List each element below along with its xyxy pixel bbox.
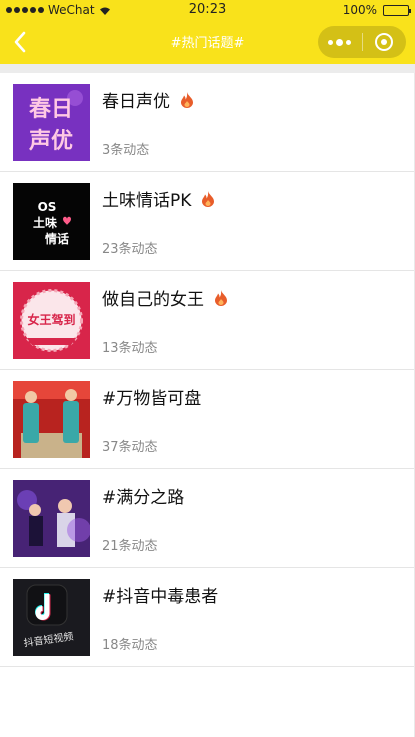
- topic-title-text: #满分之路: [102, 488, 185, 508]
- battery-percent: 100%: [342, 3, 377, 17]
- mini-program-capsule: [318, 26, 406, 58]
- topic-count: 37条动态: [102, 440, 158, 455]
- battery-icon: [383, 4, 411, 16]
- fire-icon: [202, 190, 215, 207]
- topic-thumbnail: [13, 381, 90, 458]
- topic-title: #满分之路: [102, 483, 184, 508]
- topic-item-earthy-love[interactable]: OS 土味 情话 土味情话PK 23条动态: [0, 172, 415, 271]
- topic-title: 土味情话PK: [102, 186, 215, 211]
- close-miniprogram-button[interactable]: [362, 26, 406, 58]
- more-dots-icon: [328, 38, 352, 46]
- svg-text:土味: 土味: [33, 215, 57, 230]
- thumb-text: 声优: [28, 128, 73, 154]
- status-bar: WeChat 20:23 100%: [0, 0, 415, 20]
- topic-count: 23条动态: [102, 242, 158, 257]
- header: WeChat 20:23 100% #热门话题#: [0, 0, 415, 64]
- section-divider: [0, 64, 415, 73]
- status-right: 100%: [342, 3, 411, 17]
- topic-item-road-to-full-marks[interactable]: #满分之路 21条动态: [0, 469, 415, 568]
- topic-item-spring-voice[interactable]: 春日 声优 春日声优 3条动态: [0, 73, 415, 172]
- topic-title-text: #抖音中毒患者: [102, 587, 219, 607]
- topic-title: #万物皆可盘: [102, 384, 201, 409]
- fire-icon: [181, 91, 193, 108]
- svg-text:情话: 情话: [45, 231, 69, 246]
- fire-icon: [215, 289, 227, 306]
- topic-count: 18条动态: [102, 638, 158, 653]
- topic-count: 3条动态: [102, 143, 150, 158]
- topic-title-text: 春日声优: [102, 92, 170, 112]
- topic-count: 13条动态: [102, 341, 158, 356]
- topic-thumbnail: 春日 声优: [13, 84, 90, 161]
- topic-title: 春日声优: [102, 87, 194, 112]
- topic-title: 做自己的女王: [102, 285, 228, 310]
- topic-item-be-your-queen[interactable]: 女王驾到 做自己的女王 13条动态: [0, 271, 415, 370]
- topic-thumbnail: [13, 480, 90, 557]
- navbar: #热门话题#: [0, 20, 415, 64]
- topic-thumbnail: 女王驾到: [13, 282, 90, 359]
- topic-list: 春日 声优 春日声优 3条动态 OS 土味 情话 土味情话PK 23条动态 女王…: [0, 73, 415, 667]
- topic-title-text: 土味情话PK: [102, 191, 192, 211]
- topic-title-text: 做自己的女王: [102, 290, 204, 310]
- more-button[interactable]: [318, 26, 362, 58]
- svg-text:OS: OS: [38, 200, 57, 214]
- topic-title-text: #万物皆可盘: [102, 389, 202, 409]
- svg-text:女王驾到: 女王驾到: [27, 312, 75, 327]
- topic-item-everything-can-be-played[interactable]: #万物皆可盘 37条动态: [0, 370, 415, 469]
- topic-item-douyin-addict[interactable]: 抖音短视频 #抖音中毒患者 18条动态: [0, 568, 415, 667]
- topic-thumbnail: OS 土味 情话: [13, 183, 90, 260]
- topic-title: #抖音中毒患者: [102, 582, 218, 607]
- topic-thumbnail: 抖音短视频: [13, 579, 90, 656]
- topic-count: 21条动态: [102, 539, 158, 554]
- target-ring-icon: [375, 33, 394, 51]
- thumb-text: 春日: [29, 97, 73, 122]
